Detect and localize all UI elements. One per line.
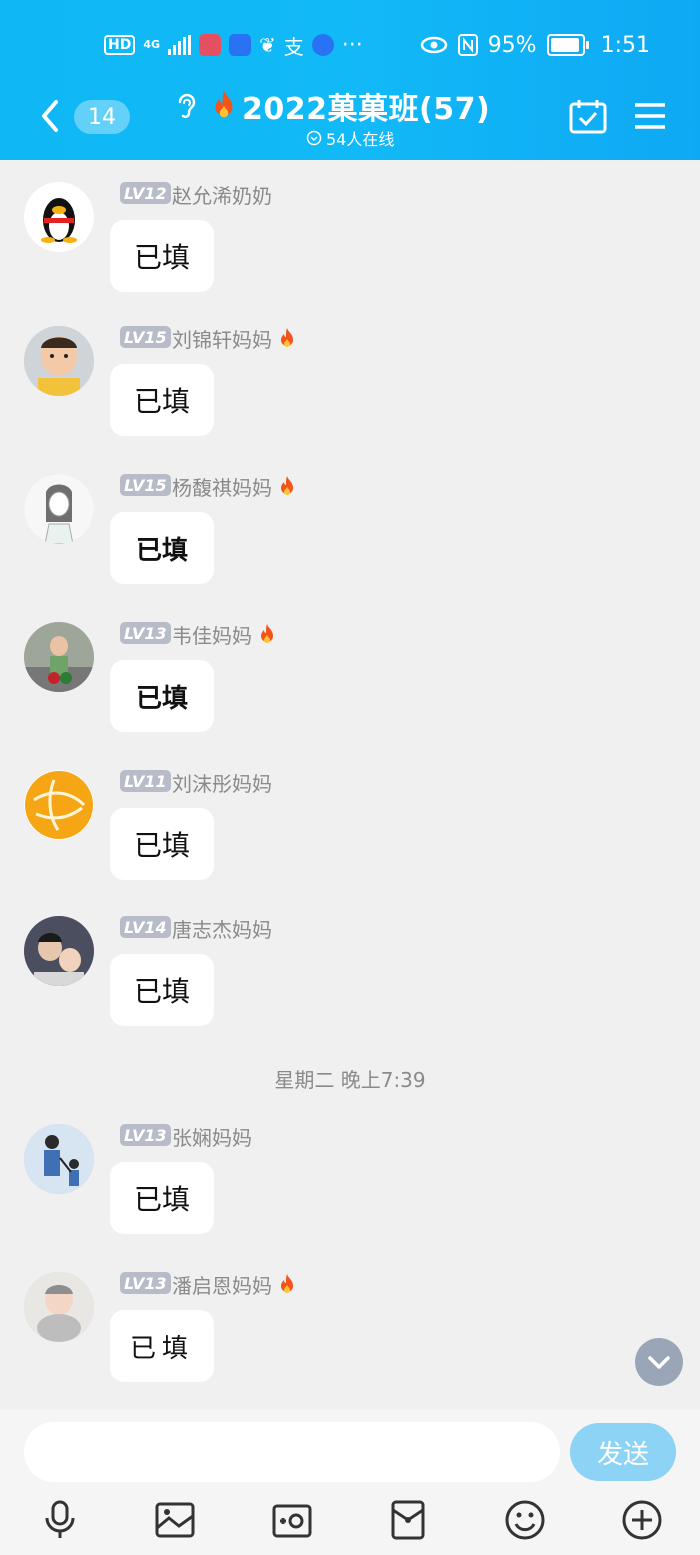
message-bubble[interactable]: 已填 (110, 1162, 214, 1234)
alipay-icon: 支 (283, 34, 304, 59)
sender-name-text: 张娴妈妈 (172, 1126, 252, 1150)
message-item: LV14 唐志杰妈妈 已填 (24, 916, 684, 1036)
chat-header: HD 4G ❦ 支 ··· 95% 1:51 14 2022菓菓班(57) 54… (0, 0, 700, 160)
sender-name[interactable]: 刘锦轩妈妈 (172, 324, 296, 353)
status-bar-right: 95% 1:51 (420, 30, 650, 60)
avatar[interactable] (24, 770, 94, 840)
fire-icon (281, 1273, 293, 1293)
level-badge: LV14 (120, 916, 171, 938)
send-button[interactable]: 发送 (570, 1423, 676, 1481)
message-bubble[interactable]: 已填 (110, 660, 214, 732)
message-bubble[interactable]: 已填 (110, 954, 214, 1026)
eye-icon (420, 36, 447, 54)
sender-name-text: 杨馥祺妈妈 (172, 476, 272, 500)
message-bubble[interactable]: 已填 (110, 220, 214, 292)
message-input[interactable] (24, 1422, 560, 1482)
fire-icon (281, 475, 293, 495)
level-badge: LV15 (120, 474, 171, 496)
message-item: LV15 杨馥祺妈妈 已填 (24, 474, 684, 594)
leaf-icon: ❦ (259, 33, 276, 57)
nfc-icon (457, 34, 478, 56)
sender-name[interactable]: 杨馥祺妈妈 (172, 472, 296, 501)
message-item: LV12 赵允浠奶奶 已填 (24, 182, 684, 302)
calendar-check-icon[interactable] (568, 98, 608, 134)
red-packet-icon[interactable] (386, 1498, 430, 1542)
emoji-icon[interactable] (503, 1498, 547, 1542)
message-item: LV13 潘启恩妈妈 已填 (24, 1272, 684, 1392)
scroll-to-bottom-button[interactable] (635, 1338, 683, 1386)
image-icon[interactable] (153, 1498, 197, 1542)
lightbulb-notification-icon (229, 34, 252, 56)
unread-count-badge[interactable]: 14 (74, 100, 130, 134)
message-bubble[interactable]: 已填 (110, 364, 214, 436)
message-item: LV11 刘沫彤妈妈 已填 (24, 770, 684, 890)
avatar[interactable] (24, 474, 94, 544)
back-chevron-icon[interactable] (34, 96, 70, 136)
camera-icon[interactable] (270, 1498, 314, 1542)
sender-name[interactable]: 唐志杰妈妈 (172, 914, 272, 943)
sender-name[interactable]: 张娴妈妈 (172, 1122, 252, 1151)
avatar[interactable] (24, 1272, 94, 1342)
sender-name[interactable]: 赵允浠奶奶 (172, 180, 272, 209)
avatar[interactable] (24, 182, 94, 252)
sender-name-text: 刘沫彤妈妈 (172, 772, 272, 796)
ear-icon[interactable] (172, 92, 200, 122)
fire-icon (261, 623, 273, 643)
avatar[interactable] (24, 622, 94, 692)
avatar[interactable] (24, 326, 94, 396)
chat-title-text: 2022菓菓班(57) (242, 92, 491, 127)
chevron-down-icon (648, 1356, 670, 1369)
sender-name[interactable]: 韦佳妈妈 (172, 620, 276, 649)
hd-icon: HD (104, 35, 136, 55)
chevron-down-circle-icon (306, 130, 322, 146)
level-badge: LV12 (120, 182, 171, 204)
avatar[interactable] (24, 1124, 94, 1194)
battery-percent: 95% (487, 32, 537, 58)
message-bubble[interactable]: 已填 (110, 808, 214, 880)
mic-icon[interactable] (38, 1498, 82, 1542)
sender-name-text: 潘启恩妈妈 (172, 1274, 272, 1298)
sender-name-text: 韦佳妈妈 (172, 624, 252, 648)
message-item: LV15 刘锦轩妈妈 已填 (24, 326, 684, 446)
message-bubble[interactable]: 已填 (110, 1310, 214, 1382)
status-bar-left: HD 4G ❦ 支 ··· (104, 30, 363, 60)
level-badge: LV13 (120, 622, 171, 644)
chat-title[interactable]: 2022菓菓班(57) (210, 84, 490, 128)
level-badge: LV15 (120, 326, 171, 348)
sender-name[interactable]: 潘启恩妈妈 (172, 1270, 296, 1299)
clock: 1:51 (600, 32, 650, 58)
message-item: LV13 张娴妈妈 已填 (24, 1124, 684, 1244)
app-notification-icon (199, 34, 222, 56)
online-count-text: 54人在线 (326, 130, 395, 149)
network-icon: 4G (143, 38, 161, 51)
more-notifications-icon: ··· (341, 32, 363, 58)
signal-icon (168, 35, 192, 55)
sender-name-text: 唐志杰妈妈 (172, 918, 272, 942)
pinwheel-icon (311, 34, 334, 56)
menu-icon[interactable] (632, 100, 668, 132)
sender-name-text: 赵允浠奶奶 (172, 184, 272, 208)
sender-name[interactable]: 刘沫彤妈妈 (172, 768, 272, 797)
level-badge: LV11 (120, 770, 171, 792)
fire-icon (215, 90, 233, 118)
level-badge: LV13 (120, 1124, 171, 1146)
message-bubble[interactable]: 已填 (110, 512, 214, 584)
avatar[interactable] (24, 916, 94, 986)
level-badge: LV13 (120, 1272, 171, 1294)
sender-name-text: 刘锦轩妈妈 (172, 328, 272, 352)
fire-icon (281, 327, 293, 347)
plus-icon[interactable] (620, 1498, 664, 1542)
online-status[interactable]: 54人在线 (306, 126, 394, 150)
battery-icon (546, 34, 589, 56)
message-timestamp: 星期二 晚上7:39 (274, 1068, 426, 1092)
message-item: LV13 韦佳妈妈 已填 (24, 622, 684, 742)
input-bar: 发送 (0, 1410, 700, 1555)
